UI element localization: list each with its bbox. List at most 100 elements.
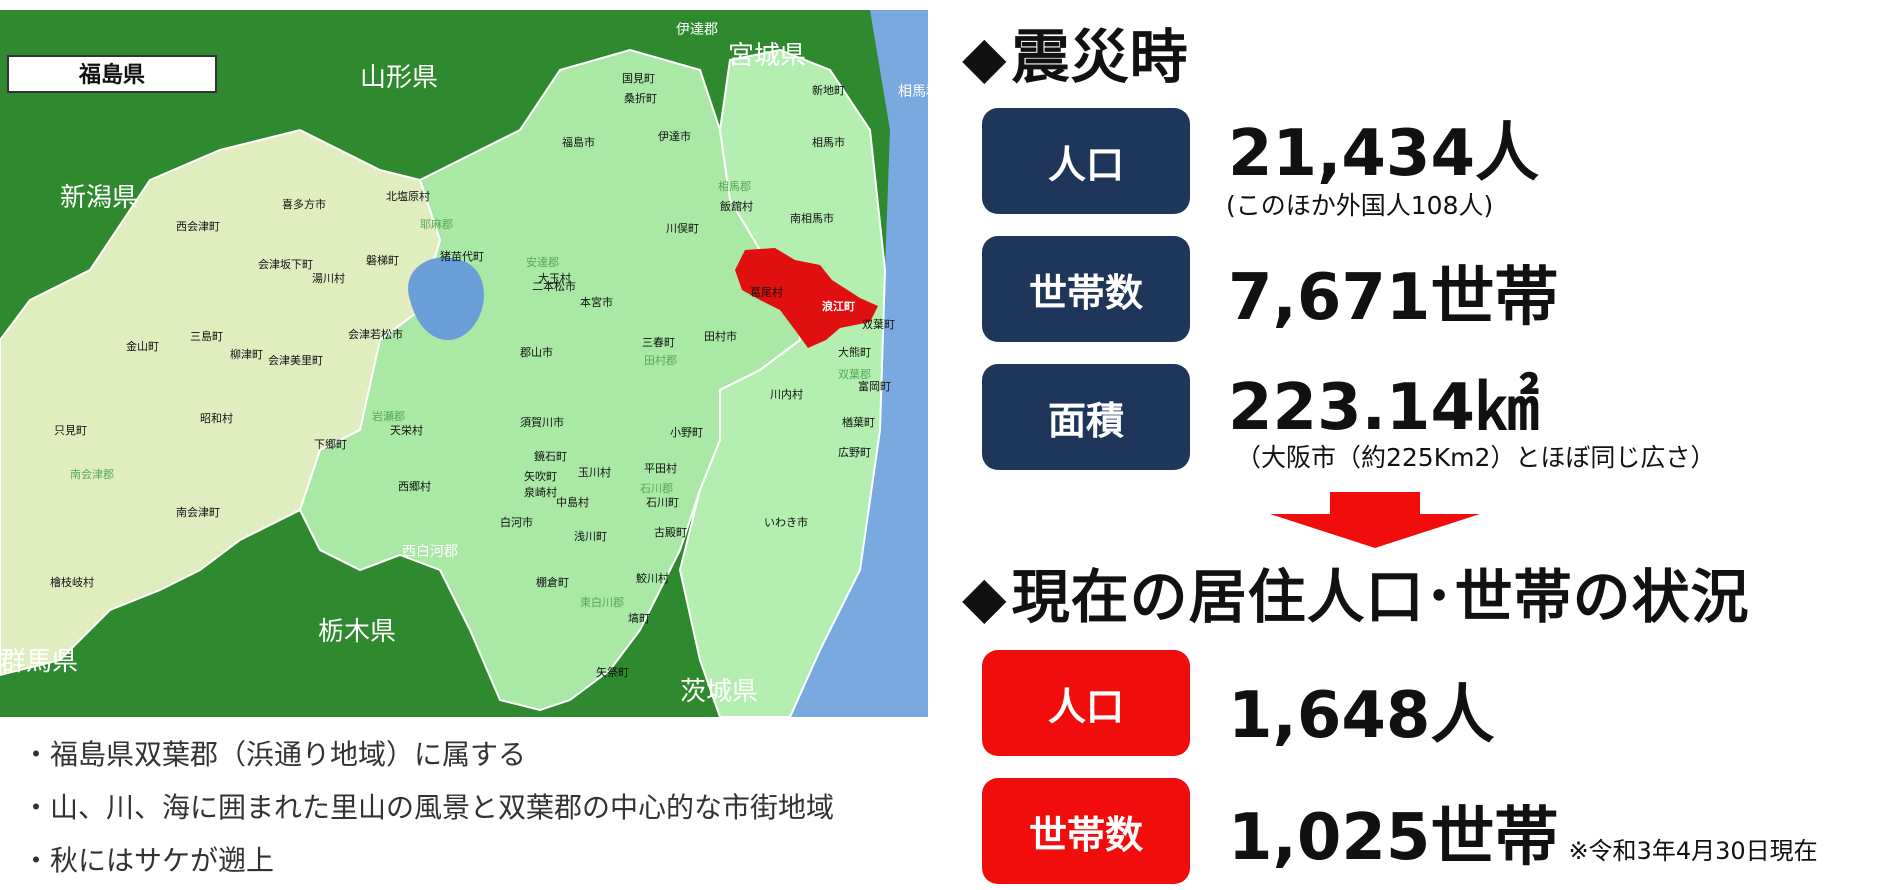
municipality-label: 玉川村 xyxy=(578,465,611,479)
municipality-label: 浪江町 xyxy=(822,299,855,313)
current-population-label: 人口 xyxy=(982,650,1190,756)
municipality-label: 富岡町 xyxy=(858,379,891,393)
municipality-label: 矢祭町 xyxy=(596,665,629,679)
disaster-heading: ◆震災時 xyxy=(962,10,1189,94)
municipality-label: 東白川郡 xyxy=(580,595,624,609)
disaster-area-note: （大阪市（約225Km2）とほぼ同じ広さ） xyxy=(1236,443,1716,472)
municipality-label: 白河市 xyxy=(500,515,533,529)
municipality-label: 楢葉町 xyxy=(842,415,875,429)
municipality-label: 三島町 xyxy=(190,329,223,343)
municipality-label: 新地町 xyxy=(812,83,845,97)
municipality-label: 猪苗代町 xyxy=(440,250,484,263)
disaster-area-label: 面積 xyxy=(982,364,1190,470)
diamond-icon: ◆ xyxy=(962,563,1008,631)
town-feature-list: ・福島県双葉郡（浜通り地域）に属する ・山、川、海に囲まれた里山の風景と双葉郡の… xyxy=(22,728,834,887)
municipality-label: 天栄村 xyxy=(390,423,423,437)
municipality-label: 大熊町 xyxy=(838,345,871,359)
municipality-label: 古殿町 xyxy=(654,526,687,539)
municipality-label: 川内村 xyxy=(770,387,803,401)
municipality-label: 会津坂下町 xyxy=(258,258,313,271)
municipality-label: 泉崎村 xyxy=(524,485,557,499)
disaster-households-label: 世帯数 xyxy=(982,236,1190,342)
disaster-heading-text: 震災時 xyxy=(1011,23,1189,91)
municipality-label: 棚倉町 xyxy=(536,575,569,589)
municipality-label: 南会津郡 xyxy=(70,468,114,481)
municipality-label: 西郷村 xyxy=(398,479,431,493)
municipality-label: 田村郡 xyxy=(644,353,677,367)
municipality-label: 鏡石町 xyxy=(534,449,567,463)
disaster-population-label: 人口 xyxy=(982,108,1190,214)
municipality-label: 石川郡 xyxy=(640,482,673,495)
municipality-label: 郡山市 xyxy=(520,345,553,359)
municipality-label: 磐梯町 xyxy=(366,253,399,267)
prefecture-label: 福島県 xyxy=(78,62,145,88)
municipality-label: 下郷町 xyxy=(314,437,347,451)
feature-item: ・秋にはサケが遡上 xyxy=(22,844,275,877)
municipality-label: 双葉郡 xyxy=(838,367,871,381)
municipality-label: 須賀川市 xyxy=(520,415,564,429)
disaster-population-value: 21,434人 xyxy=(1228,117,1539,191)
municipality-label: 耶麻郡 xyxy=(420,217,453,231)
municipality-label: 塙町 xyxy=(628,611,650,625)
municipality-label: 矢吹町 xyxy=(524,469,557,483)
diamond-icon: ◆ xyxy=(962,23,1008,91)
municipality-label: 本宮市 xyxy=(580,295,613,309)
municipality-label: 柳津町 xyxy=(230,347,263,361)
municipality-label: 金山町 xyxy=(126,339,159,353)
municipality-label: 石川町 xyxy=(646,496,679,509)
neighbor-label: 茨城県 xyxy=(680,677,758,707)
municipality-label: 国見町 xyxy=(622,72,655,85)
municipality-label: 安達郡 xyxy=(526,255,559,269)
current-households-label: 世帯数 xyxy=(982,778,1190,884)
disaster-area-value: 223.14㎢ xyxy=(1228,371,1539,445)
municipality-label: 鮫川村 xyxy=(636,571,669,585)
municipality-label: 北塩原村 xyxy=(386,189,430,203)
current-households-number: 1,025世帯 xyxy=(1228,801,1559,875)
municipality-label: 小野町 xyxy=(670,426,703,439)
neighbor-label: 宮城県 xyxy=(728,41,806,71)
municipality-label: 会津美里町 xyxy=(268,354,323,367)
municipality-label: 福島市 xyxy=(562,135,595,149)
down-arrow-icon xyxy=(1270,492,1480,548)
municipality-label: 相馬市 xyxy=(812,135,845,149)
municipality-label: 田村市 xyxy=(704,329,737,343)
neighbor-label: 新潟県 xyxy=(60,183,138,213)
municipality-label: 伊達市 xyxy=(658,129,691,143)
municipality-label: 檜枝岐村 xyxy=(50,575,94,589)
municipality-label: 飯舘村 xyxy=(720,199,753,213)
municipality-label: 三春町 xyxy=(642,336,675,349)
municipality-label: 川俣町 xyxy=(666,221,699,235)
side-note-date-gun: 伊達郡 xyxy=(676,22,718,38)
municipality-label: いわき市 xyxy=(764,515,808,529)
neighbor-label: 群馬県 xyxy=(0,647,78,677)
neighbor-label: 山形県 xyxy=(360,63,438,93)
municipality-label: 湯川村 xyxy=(312,271,345,285)
municipality-label: 大玉村 xyxy=(538,271,571,285)
current-population-value: 1,648人 xyxy=(1228,679,1495,753)
current-heading: ◆現在の居住人口･世帯の状況 xyxy=(962,550,1750,634)
feature-item: ・福島県双葉郡（浜通り地域）に属する xyxy=(22,738,527,771)
municipality-label: 岩瀬郡 xyxy=(372,409,405,423)
current-heading-text: 現在の居住人口･世帯の状況 xyxy=(1011,563,1750,631)
municipality-label: 相馬郡 xyxy=(718,180,751,193)
municipality-label: 只見町 xyxy=(54,424,87,437)
side-note-soma-gun: 相馬郡 xyxy=(898,84,928,100)
disaster-households-value: 7,671世帯 xyxy=(1228,261,1559,335)
feature-item: ・山、川、海に囲まれた里山の風景と双葉郡の中心的な市街地域 xyxy=(22,791,835,824)
as-of-date: ※令和3年4月30日現在 xyxy=(1568,837,1818,865)
municipality-label: 双葉町 xyxy=(862,317,895,331)
municipality-label: 南相馬市 xyxy=(790,211,834,225)
municipality-label: 広野町 xyxy=(838,446,871,459)
current-households-value: 1,025世帯 ※令和3年4月30日現在 xyxy=(1228,786,1818,878)
fukushima-map: 福島県 山形県 宮城県 新潟県 栃木県 茨城県 群馬県 伊達郡 西白河郡 相馬郡… xyxy=(0,10,928,717)
municipality-label: 浅川町 xyxy=(574,530,607,543)
neighbor-label: 栃木県 xyxy=(318,617,396,647)
municipality-label: 中島村 xyxy=(556,495,589,509)
municipality-label: 葛尾村 xyxy=(750,285,783,299)
municipality-label: 会津若松市 xyxy=(348,327,403,341)
municipality-label: 喜多方市 xyxy=(282,197,326,211)
side-note-nishishirakawa-gun: 西白河郡 xyxy=(402,544,458,560)
municipality-label: 西会津町 xyxy=(176,220,220,233)
disaster-population-note: (このほか外国人108人) xyxy=(1226,191,1494,220)
municipality-label: 昭和村 xyxy=(200,411,233,425)
